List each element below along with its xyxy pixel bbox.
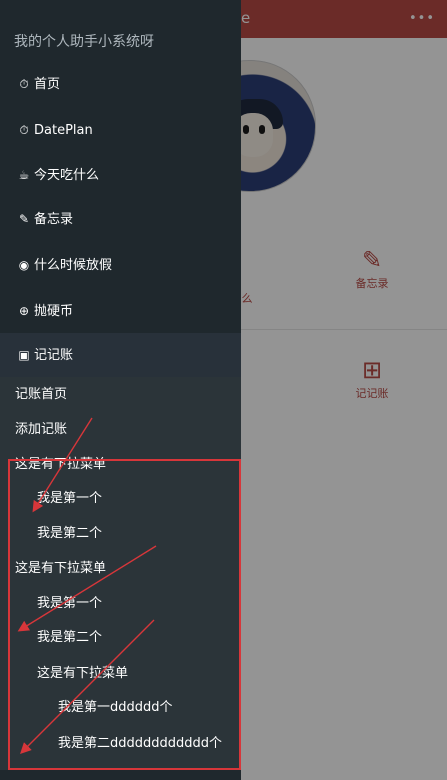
timer-icon: ⏱ [19, 123, 29, 137]
sidebar-item-label: 备忘录 [34, 212, 74, 227]
timer-icon: ⏱ [19, 77, 29, 91]
bowl-icon: ☕ [18, 168, 30, 182]
ledger-icon: ▣ [18, 348, 30, 362]
sidebar-item-coin-flip[interactable]: ⊕ 抛硬币 [0, 289, 241, 333]
sidebar-item-label: 今天吃什么 [34, 168, 100, 183]
pencil-icon: ✎ [18, 212, 30, 226]
sidebar-item-home[interactable]: ⏱ 首页 [0, 62, 241, 106]
annotation-highlight-box [8, 459, 241, 770]
sidebar-item-label: 首页 [34, 77, 61, 92]
submenu-item-accounting-home[interactable]: 记账首页 [15, 378, 67, 412]
sidebar-item-accounting[interactable]: ▣ 记记账 [0, 333, 241, 377]
sidebar-item-label: DatePlan [34, 123, 93, 138]
submenu-item-add-record[interactable]: 添加记账 [15, 413, 67, 447]
clock-icon: ◉ [18, 258, 30, 272]
sidebar-item-memo[interactable]: ✎ 备忘录 [0, 197, 241, 241]
sidebar-item-label: 什么时候放假 [34, 258, 113, 273]
globe-icon: ⊕ [18, 304, 30, 318]
sidebar-title: 我的个人助手小系统呀 [14, 34, 154, 50]
sidebar-item-holiday[interactable]: ◉ 什么时候放假 [0, 243, 241, 287]
sidebar-item-what-to-eat[interactable]: ☕ 今天吃什么 [0, 153, 241, 197]
sidebar-item-dateplan[interactable]: ⏱ DatePlan [0, 108, 241, 152]
sidebar-item-label: 记记账 [34, 348, 74, 363]
sidebar-item-label: 抛硬币 [34, 304, 74, 319]
